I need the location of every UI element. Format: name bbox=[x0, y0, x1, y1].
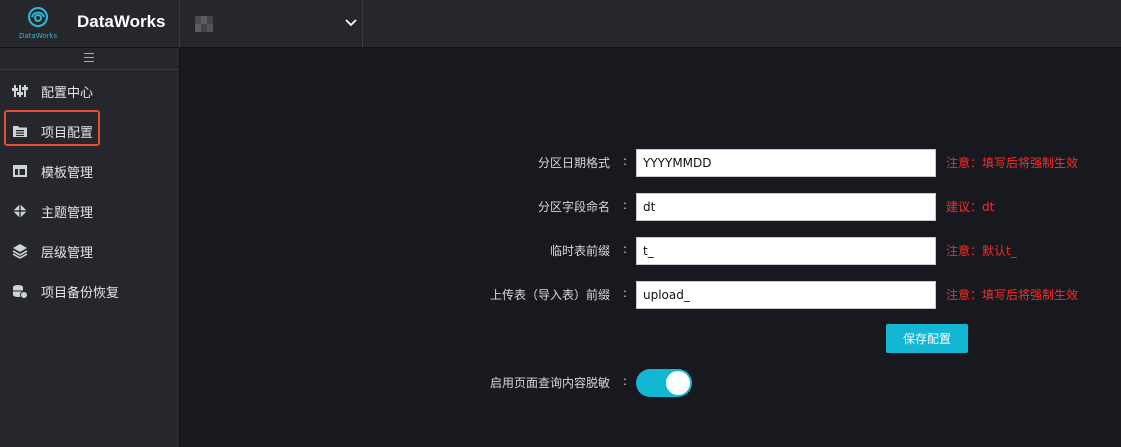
save-config-button[interactable]: 保存配置 bbox=[886, 324, 968, 353]
partition-date-format-label: 分区日期格式 bbox=[537, 156, 610, 170]
form-row-partition-date-format: 分区日期格式 : 注意：填写后将强制生效 bbox=[0, 148, 1121, 178]
partition-date-format-note: 注意：填写后将强制生效 bbox=[946, 156, 1079, 170]
dataworks-logo-icon: DataWorks bbox=[19, 6, 57, 42]
sidebar-collapse-toggle[interactable] bbox=[0, 48, 179, 70]
desensitize-toggle[interactable] bbox=[636, 369, 692, 397]
chevron-down-icon bbox=[345, 19, 357, 27]
temp-table-prefix-input[interactable] bbox=[636, 237, 936, 265]
sidebar-item-config-center[interactable]: 配置中心 bbox=[0, 70, 180, 110]
colon: : bbox=[623, 374, 628, 388]
temp-table-prefix-label: 临时表前缀 bbox=[549, 244, 610, 258]
sidebar-item-label: 配置中心 bbox=[41, 86, 94, 101]
upload-table-prefix-input[interactable] bbox=[636, 281, 936, 309]
form-row-partition-field-name: 分区字段命名 : 建议：dt bbox=[0, 192, 1121, 222]
temp-table-prefix-note: 注意：默认t_ bbox=[946, 244, 1017, 258]
form-row-temp-table-prefix: 临时表前缀 : 注意：默认t_ bbox=[0, 236, 1121, 266]
form-row-upload-table-prefix: 上传表（导入表）前缀 : 注意：填写后将强制生效 bbox=[0, 280, 1121, 310]
colon: : bbox=[623, 242, 628, 256]
app-title: DataWorks bbox=[77, 12, 166, 31]
form-row-desensitize: 启用页面查询内容脱敏 : bbox=[0, 368, 1121, 398]
toggle-knob bbox=[666, 371, 690, 395]
top-bar: DataWorks DataWorks bbox=[0, 0, 1121, 48]
project-select[interactable] bbox=[180, 0, 363, 48]
partition-field-name-label: 分区字段命名 bbox=[537, 200, 610, 214]
upload-table-prefix-note: 注意：填写后将强制生效 bbox=[946, 288, 1079, 302]
colon: : bbox=[623, 286, 628, 300]
partition-field-name-input[interactable] bbox=[636, 193, 936, 221]
project-name-blurred bbox=[195, 16, 213, 32]
upload-table-prefix-label: 上传表（导入表）前缀 bbox=[489, 288, 610, 302]
colon: : bbox=[623, 198, 628, 212]
colon: : bbox=[623, 154, 628, 168]
sliders-icon bbox=[12, 85, 28, 97]
logo[interactable]: DataWorks DataWorks bbox=[0, 0, 180, 48]
partition-field-name-note: 建议：dt bbox=[946, 200, 995, 214]
desensitize-label: 启用页面查询内容脱敏 bbox=[489, 376, 610, 390]
logo-subtitle: DataWorks bbox=[19, 32, 58, 40]
highlight-annotation bbox=[4, 110, 100, 146]
partition-date-format-input[interactable] bbox=[636, 149, 936, 177]
menu-icon bbox=[84, 53, 94, 62]
